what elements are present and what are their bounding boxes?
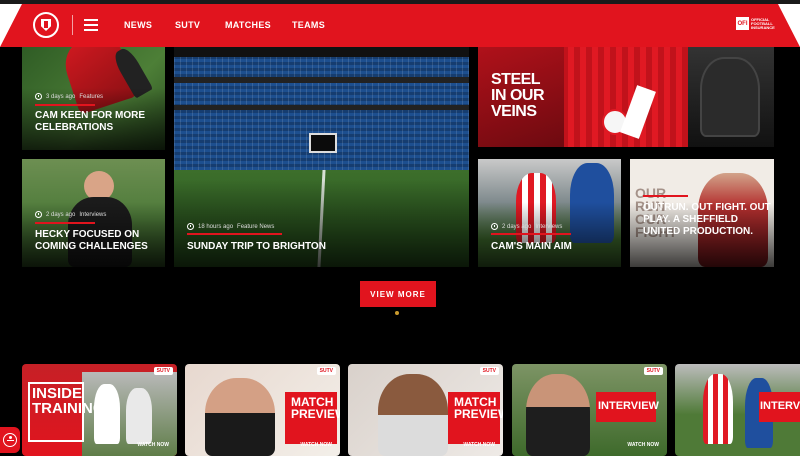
nav-news[interactable]: NEWS [124, 20, 152, 30]
video-card-interview-2[interactable]: INTERVIEW [675, 364, 800, 456]
meta-category: Features [79, 93, 104, 100]
watch-now-link[interactable]: WATCH NOW [627, 442, 659, 448]
nav-sutv[interactable]: SUTV [175, 20, 200, 30]
view-more-button[interactable]: VIEW MORE [360, 281, 436, 307]
card-title[interactable]: OUTRUN. OUT FIGHT. OUT PLAY. A SHEFFIELD… [643, 202, 771, 238]
card-meta: 2 days ago Interviews [491, 223, 562, 230]
clock-icon [491, 223, 498, 230]
clock-icon [187, 223, 194, 230]
card-title[interactable]: CAM'S MAIN AIM [491, 241, 616, 253]
stadium-tunnel [309, 133, 337, 153]
video-label: INTERVIEW [760, 400, 800, 412]
card-title[interactable]: SUNDAY TRIP TO BRIGHTON [187, 241, 447, 253]
accent-line [35, 104, 95, 106]
video-card-match-preview-1[interactable]: MATCH PREVIEW SUTV WATCH NOW [185, 364, 340, 456]
video-card-interview-1[interactable]: INTERVIEW SUTV WATCH NOW [512, 364, 667, 456]
sponsor-mark: OFI [736, 17, 749, 30]
video-label: MATCH PREVIEW [291, 395, 340, 421]
meta-time: 2 days ago [46, 211, 76, 218]
video-label: MATCH PREVIEW [454, 395, 503, 421]
card-meta: 18 hours ago Feature News [187, 223, 274, 230]
card-title[interactable]: CAM KEEN FOR MORE CELEBRATIONS [35, 110, 160, 134]
meta-category: Interviews [79, 211, 107, 218]
player-image [700, 57, 760, 137]
news-card-hecky[interactable]: 2 days ago Interviews HECKY FOCUSED ON C… [22, 159, 165, 267]
sutv-tag: SUTV [479, 367, 499, 375]
accessibility-icon[interactable] [0, 427, 20, 453]
header-corner-right [778, 4, 800, 47]
video-label: INTERVIEW [598, 400, 659, 412]
meta-time: 18 hours ago [198, 223, 234, 230]
meta-time: 2 days ago [502, 223, 532, 230]
clock-icon [35, 211, 42, 218]
accent-line [491, 233, 571, 235]
news-card-sunday-trip[interactable]: 18 hours ago Feature News SUNDAY TRIP TO… [174, 47, 469, 267]
video-card-inside-training[interactable]: INSIDE TRAINING SUTV WATCH NOW [22, 364, 177, 456]
accent-line [643, 195, 688, 197]
accent-line [35, 222, 95, 224]
nav-matches[interactable]: MATCHES [225, 20, 271, 30]
news-card-cams-main-aim[interactable]: 2 days ago Interviews CAM'S MAIN AIM [478, 159, 621, 267]
sponsor-text: OFFICIAL FOOTBALL INSURANCE [751, 16, 775, 30]
news-card-cam-keen[interactable]: 3 days ago Features CAM KEEN FOR MORE CE… [22, 47, 165, 150]
header-divider [72, 15, 73, 35]
site-header [0, 4, 800, 47]
header-corner-left [0, 4, 22, 47]
video-label: INSIDE TRAINING [32, 385, 105, 417]
card-meta: 2 days ago Interviews [35, 211, 106, 218]
clock-icon [35, 93, 42, 100]
watch-now-link[interactable]: WATCH NOW [137, 442, 169, 448]
meta-category: Feature News [237, 223, 275, 230]
sutv-tag: SUTV [316, 367, 336, 375]
news-card-outrun[interactable]: OUR RUN OUR FIGHT OUTRUN. OUT FIGHT. OUT… [630, 159, 774, 267]
sutv-tag: SUTV [153, 367, 173, 375]
promo-steel-in-our-veins[interactable]: STEEL IN OUR VEINS [478, 47, 774, 147]
accent-line [187, 233, 282, 235]
card-title[interactable]: HECKY FOCUSED ON COMING CHALLENGES [35, 229, 160, 253]
view-more-marker [395, 311, 399, 315]
club-crest-logo[interactable] [31, 10, 61, 40]
card-meta: 3 days ago Features [35, 93, 103, 100]
sponsor-logo[interactable]: OFI OFFICIAL FOOTBALL INSURANCE [736, 16, 775, 30]
video-card-match-preview-2[interactable]: MATCH PREVIEW SUTV WATCH NOW [348, 364, 503, 456]
meta-time: 3 days ago [46, 93, 76, 100]
nav-teams[interactable]: TEAMS [292, 20, 325, 30]
meta-category: Interviews [535, 223, 563, 230]
sutv-tag: SUTV [643, 367, 663, 375]
menu-icon[interactable] [84, 19, 98, 31]
watch-now-link[interactable]: WATCH NOW [300, 442, 332, 448]
promo-title: STEEL IN OUR VEINS [491, 71, 545, 120]
watch-now-link[interactable]: WATCH NOW [463, 442, 495, 448]
